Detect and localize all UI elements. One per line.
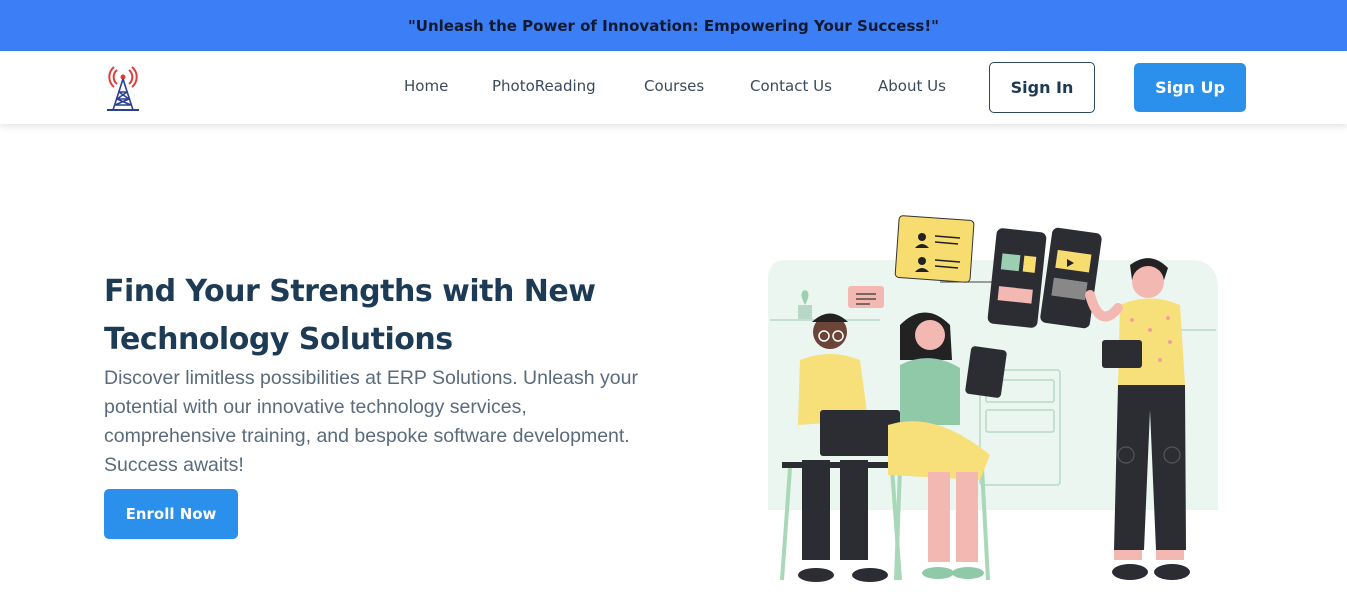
team-technology-illustration: [768, 215, 1218, 582]
hero-title-line-1: Find Your Strengths with New: [104, 274, 596, 309]
hero-title-line-2: Technology Solutions: [104, 322, 453, 357]
enroll-now-button[interactable]: Enroll Now: [104, 489, 238, 539]
radio-tower-icon[interactable]: [104, 64, 142, 112]
hero-title: Find Your Strengths with New Technology …: [104, 268, 664, 364]
nav-home[interactable]: Home: [404, 77, 448, 95]
announcement-text: "Unleash the Power of Innovation: Empowe…: [407, 16, 939, 35]
nav-about-us[interactable]: About Us: [878, 77, 946, 95]
nav-contact-us[interactable]: Contact Us: [750, 77, 832, 95]
nav-photoreading[interactable]: PhotoReading: [492, 77, 596, 95]
navbar: Home PhotoReading Courses Contact Us Abo…: [0, 51, 1347, 124]
sign-up-button[interactable]: Sign Up: [1134, 63, 1246, 112]
nav-courses[interactable]: Courses: [644, 77, 704, 95]
announcement-bar: "Unleash the Power of Innovation: Empowe…: [0, 0, 1347, 51]
hero-description: Discover limitless possibilities at ERP …: [104, 367, 638, 476]
sign-in-button[interactable]: Sign In: [989, 62, 1095, 113]
